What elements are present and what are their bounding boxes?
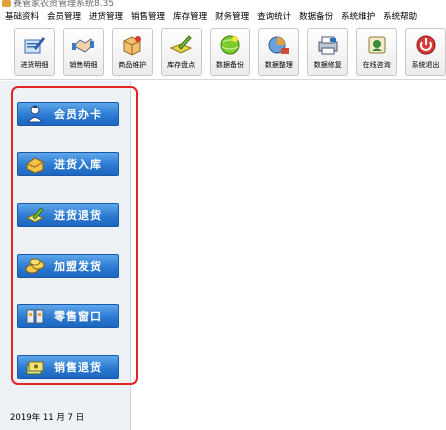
sidebar-sales-return-button[interactable]: 销售退货 bbox=[17, 355, 119, 379]
menu-item-inventory[interactable]: 库存管理 bbox=[173, 10, 207, 22]
toolbar-sales-detail-button[interactable]: 销售明细 bbox=[62, 28, 104, 76]
sidebar-stock-in-button[interactable]: 进货入库 bbox=[17, 152, 119, 176]
menu-item-member[interactable]: 会员管理 bbox=[47, 10, 81, 22]
sidebar-member-card-button[interactable]: 会员办卡 bbox=[17, 102, 119, 126]
sidebar-label: 零售窗口 bbox=[54, 310, 102, 323]
online-chat-icon bbox=[364, 33, 390, 57]
toolbar-inventory-check-button[interactable]: 库存盘点 bbox=[160, 28, 202, 76]
sidebar-retail-window-button[interactable]: 零售窗口 bbox=[17, 304, 119, 328]
menu-item-purchase[interactable]: 进货管理 bbox=[89, 10, 123, 22]
status-date: 2019年 11 月 7 日 bbox=[10, 413, 85, 423]
window-title: 赛管家农资管理系统8.35 bbox=[13, 0, 115, 8]
menu-item-sales[interactable]: 销售管理 bbox=[131, 10, 165, 22]
toolbar-label: 销售明细 bbox=[69, 61, 98, 69]
menu-item-query-stats[interactable]: 查询统计 bbox=[257, 10, 291, 22]
green-globe-icon bbox=[217, 33, 243, 57]
toolbar: 进货明细 销售明细 商品维护 库存盘点 数据备份 数据整理 数据修复 在线咨询 … bbox=[0, 24, 446, 80]
data-sort-icon bbox=[266, 33, 292, 57]
toolbar-data-repair-button[interactable]: 数据修复 bbox=[307, 28, 349, 76]
toolbar-data-organize-button[interactable]: 数据整理 bbox=[258, 28, 300, 76]
toolbar-label: 进货明细 bbox=[20, 61, 49, 69]
product-box-icon bbox=[119, 33, 145, 57]
toolbar-label: 数据备份 bbox=[216, 61, 244, 69]
toolbar-label: 在线咨询 bbox=[362, 61, 391, 69]
toolbar-data-backup-button[interactable]: 数据备份 bbox=[209, 28, 251, 76]
sidebar-label: 加盟发货 bbox=[54, 260, 102, 273]
menu-item-finance[interactable]: 财务管理 bbox=[215, 10, 249, 22]
toolbar-online-consult-button[interactable]: 在线咨询 bbox=[356, 28, 398, 76]
toolbar-label: 数据修复 bbox=[313, 61, 342, 69]
menu-bar: 基础资料 会员管理 进货管理 销售管理 库存管理 财务管理 查询统计 数据备份 … bbox=[0, 9, 446, 23]
retail-window-icon bbox=[24, 306, 46, 326]
toolbar-purchase-detail-button[interactable]: 进货明细 bbox=[14, 28, 55, 76]
sidebar-label: 会员办卡 bbox=[54, 108, 102, 121]
toolbar-label: 数据整理 bbox=[264, 61, 293, 69]
toolbar-label: 系统退出 bbox=[411, 61, 440, 69]
sales-return-icon bbox=[24, 357, 46, 377]
coins-icon bbox=[24, 256, 46, 276]
ledger-pencil-icon bbox=[21, 33, 47, 57]
printer-repair-icon bbox=[315, 33, 341, 57]
sidebar-franchise-ship-button[interactable]: 加盟发货 bbox=[17, 254, 119, 278]
handshake-icon bbox=[70, 33, 96, 57]
sidebar-label: 销售退货 bbox=[54, 361, 102, 374]
stock-return-icon bbox=[24, 205, 46, 225]
menu-item-backup[interactable]: 数据备份 bbox=[299, 10, 333, 22]
sidebar-label: 进货退货 bbox=[54, 209, 102, 222]
toolbar-label: 库存盘点 bbox=[167, 61, 196, 69]
menu-item-basic-data[interactable]: 基础资料 bbox=[5, 10, 39, 22]
menu-item-help[interactable]: 系统帮助 bbox=[383, 10, 417, 22]
toolbar-label: 商品维护 bbox=[118, 61, 147, 69]
sidebar-stock-return-button[interactable]: 进货退货 bbox=[17, 203, 119, 227]
sidebar-label: 进货入库 bbox=[54, 158, 102, 171]
member-card-icon bbox=[24, 104, 46, 124]
stock-in-icon bbox=[24, 154, 46, 174]
menu-item-maintenance[interactable]: 系统维护 bbox=[341, 10, 375, 22]
toolbar-system-exit-button[interactable]: 系统退出 bbox=[405, 28, 446, 76]
toolbar-product-maintain-button[interactable]: 商品维护 bbox=[111, 28, 153, 76]
power-exit-icon bbox=[413, 33, 439, 57]
title-bar: 赛管家农资管理系统8.35 bbox=[0, 0, 446, 8]
app-logo-icon bbox=[2, 0, 11, 7]
inventory-pencil-icon bbox=[168, 33, 194, 57]
